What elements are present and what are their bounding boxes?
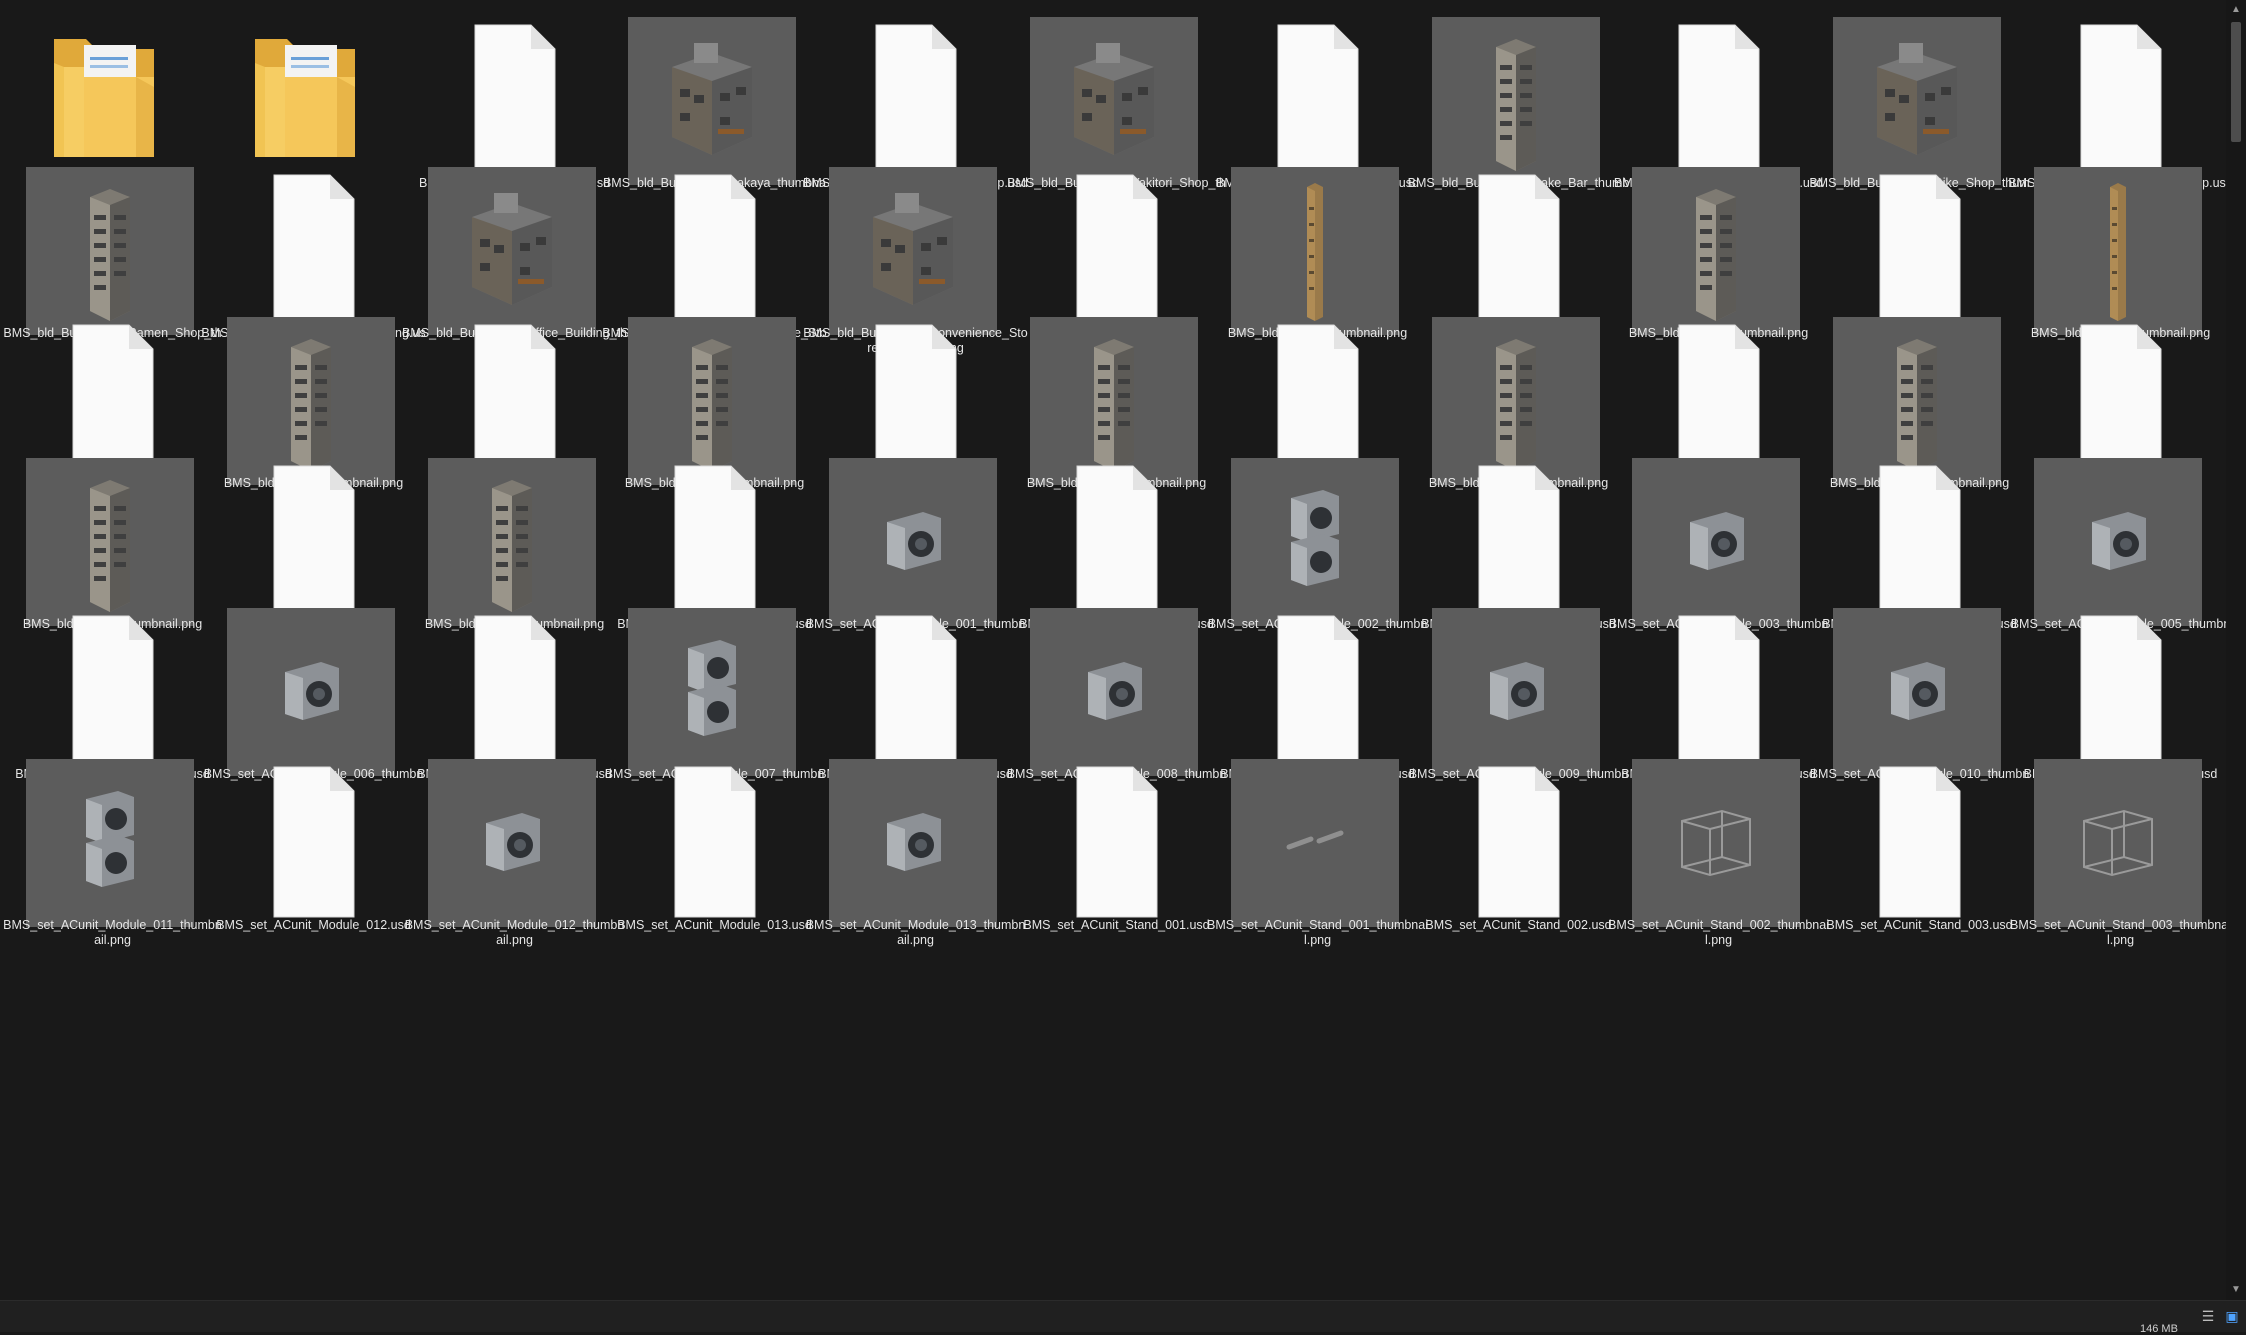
- file-item-bms-set-acunit-stand-002-usd[interactable]: BMS_set_ACunit_Stand_002.usd: [1406, 742, 1612, 952]
- file-name-label: BMS_set_ACunit_Stand_002.usd: [1425, 918, 1612, 932]
- file-grid: datatexturesBMS_bld_Building_A_Izakaya.u…: [0, 0, 2226, 1300]
- scrollbar-thumb[interactable]: [2231, 22, 2241, 142]
- thumbnail-image: [26, 759, 194, 927]
- document-icon: [628, 759, 796, 927]
- document-icon: [1833, 759, 2001, 927]
- file-name-label: BMS_set_ACunit_Module_012.usd: [216, 918, 411, 932]
- file-item-bms-set-acunit-stand-001-thumbnail-png[interactable]: BMS_set_ACunit_Stand_001_thumbnail.png: [1205, 742, 1428, 952]
- details-view-icon[interactable]: ☰: [2198, 1307, 2218, 1325]
- thumbnail-image: [829, 759, 997, 927]
- file-item-bms-set-acunit-module-013-usd[interactable]: BMS_set_ACunit_Module_013.usd: [602, 742, 812, 952]
- file-item-bms-set-acunit-stand-003-usd[interactable]: BMS_set_ACunit_Stand_003.usd: [1807, 742, 2013, 952]
- file-name-label: BMS_set_ACunit_Module_013_thumbnail.png: [805, 918, 1026, 947]
- thumbnail-image: [428, 759, 596, 927]
- large-icons-view-icon[interactable]: ▣: [2222, 1307, 2242, 1325]
- file-item-bms-set-acunit-module-012-thumbnail-png[interactable]: BMS_set_ACunit_Module_012_thumbnail.png: [402, 742, 624, 952]
- thumbnail-image: [1632, 759, 1800, 927]
- scroll-up-arrow-icon[interactable]: ▲: [2226, 0, 2246, 20]
- vertical-scrollbar[interactable]: ▲ ▼: [2226, 0, 2246, 1300]
- file-item-bms-set-acunit-stand-003-thumbnail-png[interactable]: BMS_set_ACunit_Stand_003_thumbnail.png: [2008, 742, 2226, 952]
- scroll-down-arrow-icon[interactable]: ▼: [2226, 1280, 2246, 1300]
- document-icon: [1432, 759, 1600, 927]
- document-icon: [1030, 759, 1198, 927]
- file-item-bms-set-acunit-module-013-thumbnail-png[interactable]: BMS_set_ACunit_Module_013_thumbnail.png: [803, 742, 1025, 952]
- file-name-label: BMS_set_ACunit_Stand_001.usd: [1023, 918, 1210, 932]
- status-bar: 146 MB ☰ ▣: [0, 1300, 2246, 1335]
- file-name-label: BMS_set_ACunit_Module_011_thumbnail.png: [3, 918, 222, 947]
- file-name-label: BMS_set_ACunit_Stand_002_thumbnail.png: [1608, 918, 1829, 947]
- thumbnail-image: [1231, 759, 1399, 927]
- status-size-text: 146 MB: [2140, 1323, 2178, 1335]
- file-item-bms-set-acunit-module-011-thumbnail-png[interactable]: BMS_set_ACunit_Module_011_thumbnail.png: [0, 742, 222, 952]
- thumbnail-image: [2034, 759, 2202, 927]
- file-name-label: BMS_set_ACunit_Stand_001_thumbnail.png: [1207, 918, 1428, 947]
- file-item-bms-set-acunit-stand-002-thumbnail-png[interactable]: BMS_set_ACunit_Stand_002_thumbnail.png: [1606, 742, 1829, 952]
- file-name-label: BMS_set_ACunit_Module_012_thumbnail.png: [404, 918, 625, 947]
- file-name-label: BMS_set_ACunit_Stand_003.usd: [1826, 918, 2013, 932]
- file-item-bms-set-acunit-stand-001-usd[interactable]: BMS_set_ACunit_Stand_001.usd: [1004, 742, 1210, 952]
- file-name-label: BMS_set_ACunit_Stand_003_thumbnail.png: [2010, 918, 2226, 947]
- document-icon: [227, 759, 395, 927]
- file-name-label: BMS_set_ACunit_Module_013.usd: [617, 918, 812, 932]
- file-item-bms-set-acunit-module-012-usd[interactable]: BMS_set_ACunit_Module_012.usd: [201, 742, 411, 952]
